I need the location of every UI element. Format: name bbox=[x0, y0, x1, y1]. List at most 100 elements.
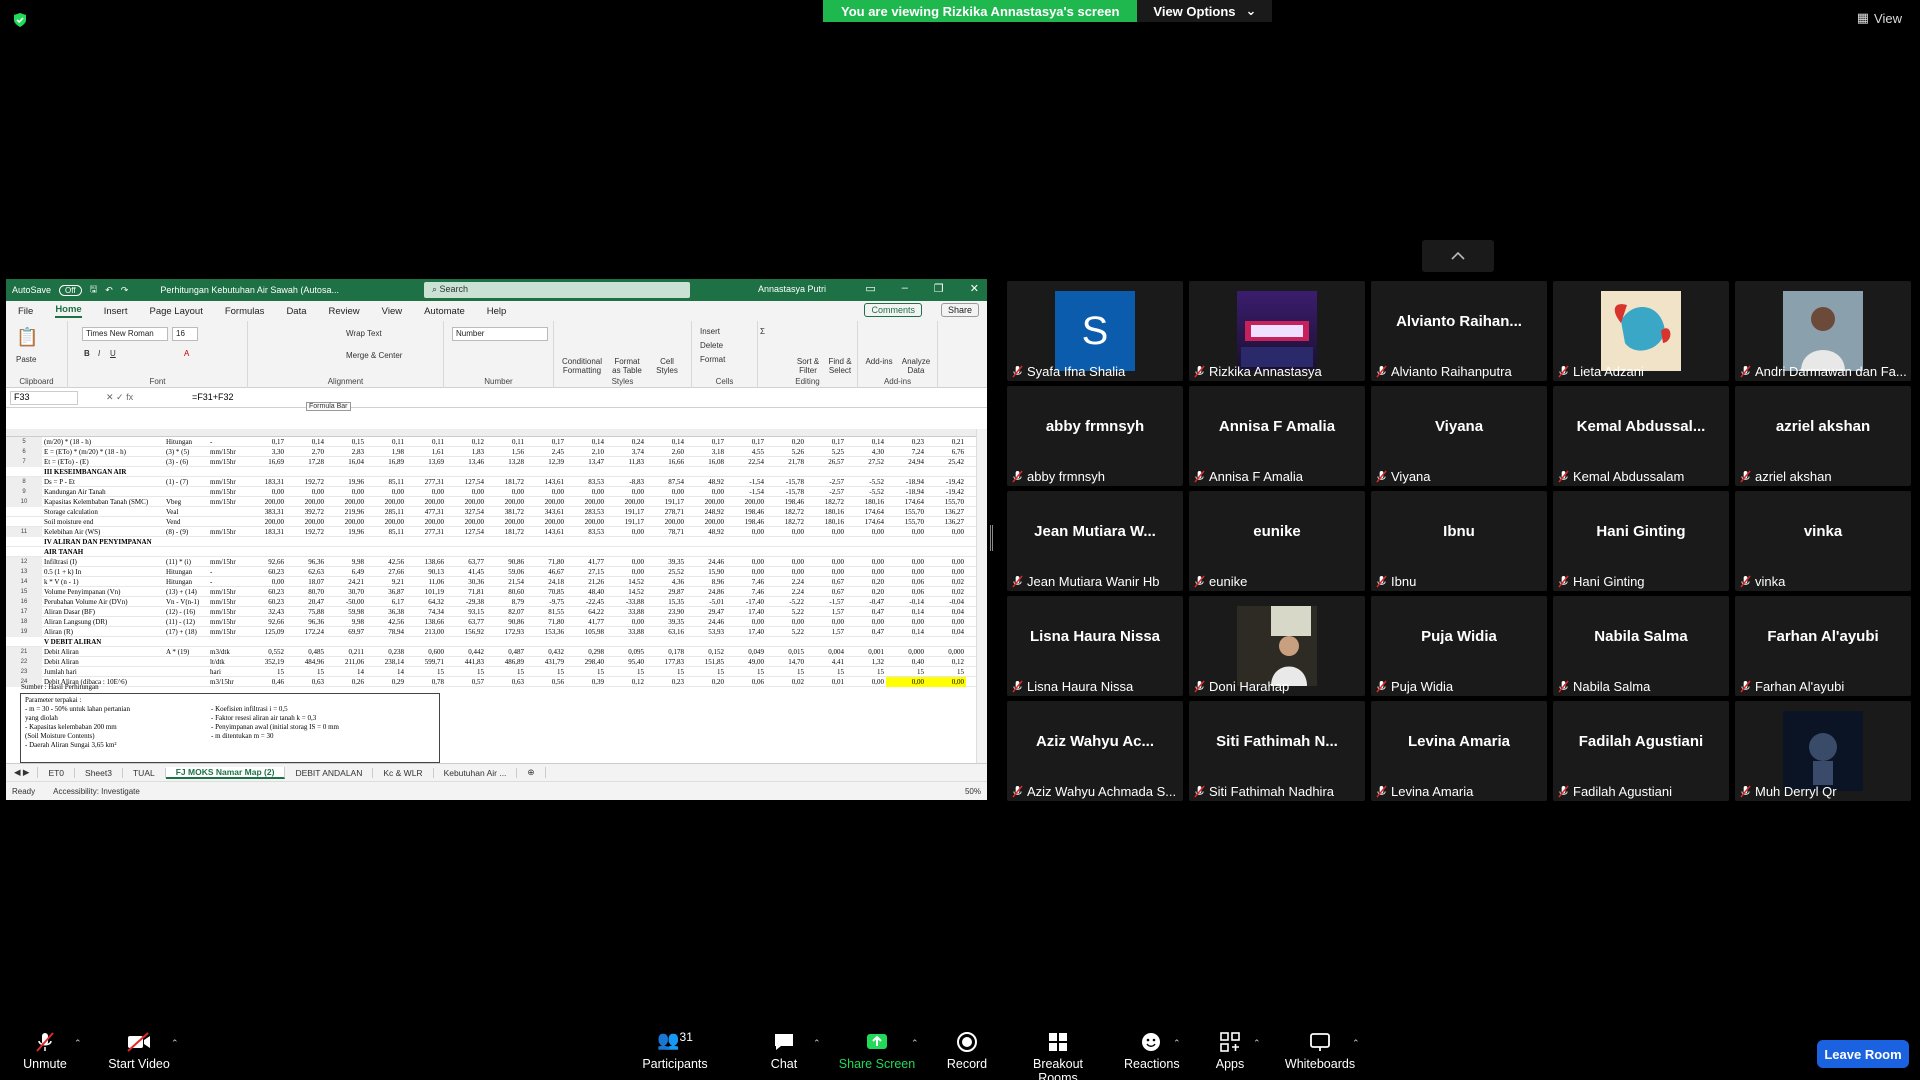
row-number[interactable]: 23 bbox=[6, 667, 42, 677]
value-cell[interactable]: 8,96 bbox=[686, 577, 726, 587]
value-cell[interactable]: 4,41 bbox=[806, 657, 846, 667]
value-cell[interactable]: -15,78 bbox=[766, 487, 806, 497]
value-cell[interactable]: -5,22 bbox=[766, 597, 806, 607]
value-cell[interactable]: 283,53 bbox=[566, 507, 606, 517]
value-cell[interactable]: 0,442 bbox=[446, 647, 486, 657]
participant-tile[interactable]: azriel akshan azriel akshan bbox=[1735, 386, 1911, 486]
value-cell[interactable]: 0,00 bbox=[846, 527, 886, 537]
value-cell[interactable]: 200,00 bbox=[646, 517, 686, 527]
ribbon-display-icon[interactable]: ▭ bbox=[865, 282, 875, 295]
whiteboards-caret-icon[interactable]: ⌃ bbox=[1352, 1038, 1360, 1049]
value-cell[interactable]: 48,40 bbox=[566, 587, 606, 597]
value-cell[interactable]: 0,00 bbox=[326, 487, 366, 497]
value-cell[interactable]: 0,00 bbox=[246, 577, 286, 587]
value-cell[interactable]: 87,54 bbox=[646, 477, 686, 487]
value-cell[interactable]: 85,11 bbox=[366, 477, 406, 487]
value-cell[interactable]: 24,46 bbox=[686, 557, 726, 567]
video-options-caret-icon[interactable]: ⌃ bbox=[171, 1038, 179, 1049]
cell-unit[interactable]: mm/15hr bbox=[210, 447, 248, 457]
value-cell[interactable]: 1,98 bbox=[366, 447, 406, 457]
value-cell[interactable]: 14 bbox=[366, 667, 406, 677]
participant-tile[interactable]: Viyana Viyana bbox=[1371, 386, 1547, 486]
value-cell[interactable]: 5,25 bbox=[806, 447, 846, 457]
font-size-select[interactable]: 16 bbox=[172, 327, 198, 341]
cell-description[interactable]: Ds = P - Et bbox=[44, 477, 166, 487]
value-cell[interactable]: 15 bbox=[806, 667, 846, 677]
value-cell[interactable]: 200,00 bbox=[446, 497, 486, 507]
value-cell[interactable]: 15 bbox=[926, 667, 966, 677]
value-cell[interactable]: 41,77 bbox=[566, 617, 606, 627]
value-cell[interactable]: 46,67 bbox=[526, 567, 566, 577]
value-cell[interactable]: 484,96 bbox=[286, 657, 326, 667]
value-cell[interactable]: 0,152 bbox=[686, 647, 726, 657]
value-cell[interactable]: -1,54 bbox=[726, 487, 766, 497]
participant-tile[interactable]: Ibnu Ibnu bbox=[1371, 491, 1547, 591]
cell-unit[interactable]: mm/15hr bbox=[210, 477, 248, 487]
leave-room-button[interactable]: Leave Room bbox=[1817, 1040, 1909, 1068]
value-cell[interactable]: 101,19 bbox=[406, 587, 446, 597]
value-cell[interactable]: 13,28 bbox=[486, 457, 526, 467]
value-cell[interactable]: 200,00 bbox=[326, 517, 366, 527]
value-cell[interactable]: 69,97 bbox=[326, 627, 366, 637]
value-cell[interactable]: 48,92 bbox=[686, 477, 726, 487]
cell-unit[interactable]: mm/15hr bbox=[210, 497, 248, 507]
value-cell[interactable]: 200,00 bbox=[246, 517, 286, 527]
value-cell[interactable]: 441,83 bbox=[446, 657, 486, 667]
sheet-tab[interactable]: TUAL bbox=[123, 767, 166, 778]
value-cell[interactable]: 0,11 bbox=[406, 437, 446, 447]
value-cell[interactable]: 41,77 bbox=[566, 557, 606, 567]
split-divider[interactable] bbox=[990, 525, 993, 551]
value-cell[interactable]: -19,42 bbox=[926, 477, 966, 487]
value-cell[interactable]: 15 bbox=[686, 667, 726, 677]
value-cell[interactable]: 200,00 bbox=[286, 517, 326, 527]
value-cell[interactable]: 13,47 bbox=[566, 457, 606, 467]
value-cell[interactable]: 285,11 bbox=[366, 507, 406, 517]
cell-formula-ref[interactable]: (1) - (7) bbox=[166, 477, 210, 487]
undo-icon[interactable]: ↶ bbox=[105, 285, 113, 296]
value-cell[interactable]: 33,88 bbox=[606, 627, 646, 637]
value-cell[interactable]: 78,94 bbox=[366, 627, 406, 637]
value-cell[interactable]: 0,004 bbox=[806, 647, 846, 657]
value-cell[interactable]: 21,26 bbox=[566, 577, 606, 587]
value-cell[interactable]: 3,74 bbox=[606, 447, 646, 457]
value-cell[interactable]: 7,46 bbox=[726, 577, 766, 587]
value-cell[interactable]: 298,40 bbox=[566, 657, 606, 667]
value-cell[interactable]: 0,57 bbox=[446, 677, 486, 687]
delete-cells-button[interactable]: Delete bbox=[700, 341, 723, 350]
cell-formula-ref[interactable]: (12) - (16) bbox=[166, 607, 210, 617]
value-cell[interactable]: 11,83 bbox=[606, 457, 646, 467]
cell-description[interactable]: Infiltrasi (I) bbox=[44, 557, 166, 567]
value-cell[interactable]: 0,298 bbox=[566, 647, 606, 657]
value-cell[interactable]: 0,00 bbox=[766, 567, 806, 577]
cell-styles-button[interactable]: Cell Styles bbox=[650, 357, 684, 375]
value-cell[interactable]: 200,00 bbox=[406, 517, 446, 527]
value-cell[interactable]: 0,00 bbox=[406, 487, 446, 497]
cell-description[interactable]: Kandungan Air Tanah bbox=[44, 487, 166, 497]
value-cell[interactable]: 19,96 bbox=[326, 477, 366, 487]
tab-help[interactable]: Help bbox=[487, 306, 507, 317]
value-cell[interactable]: 200,00 bbox=[366, 497, 406, 507]
value-cell[interactable]: 191,17 bbox=[606, 517, 646, 527]
font-name-select[interactable]: Times New Roman bbox=[82, 327, 168, 341]
value-cell[interactable]: 0,015 bbox=[766, 647, 806, 657]
value-cell[interactable]: 1,56 bbox=[486, 447, 526, 457]
value-cell[interactable]: 30,70 bbox=[326, 587, 366, 597]
value-cell[interactable]: 0,00 bbox=[646, 487, 686, 497]
value-cell[interactable]: 0,63 bbox=[486, 677, 526, 687]
tab-formulas[interactable]: Formulas bbox=[225, 306, 265, 317]
value-cell[interactable]: 0,02 bbox=[766, 677, 806, 687]
row-number[interactable]: 12 bbox=[6, 557, 42, 567]
view-options-button[interactable]: View Options ⌄ bbox=[1137, 0, 1273, 22]
addins-button[interactable]: Add-ins bbox=[862, 357, 896, 366]
value-cell[interactable]: 105,98 bbox=[566, 627, 606, 637]
value-cell[interactable]: 200,00 bbox=[526, 517, 566, 527]
value-cell[interactable]: 0,17 bbox=[246, 437, 286, 447]
paste-icon[interactable]: 📋 bbox=[16, 327, 38, 348]
value-cell[interactable]: 200,00 bbox=[566, 517, 606, 527]
cell-description[interactable]: Jumlah hari bbox=[44, 667, 166, 677]
value-cell[interactable]: 392,72 bbox=[286, 507, 326, 517]
value-cell[interactable]: 71,80 bbox=[526, 617, 566, 627]
value-cell[interactable]: 63,77 bbox=[446, 557, 486, 567]
value-cell[interactable]: 15 bbox=[446, 667, 486, 677]
cell-unit[interactable]: lt/dtk bbox=[210, 657, 248, 667]
